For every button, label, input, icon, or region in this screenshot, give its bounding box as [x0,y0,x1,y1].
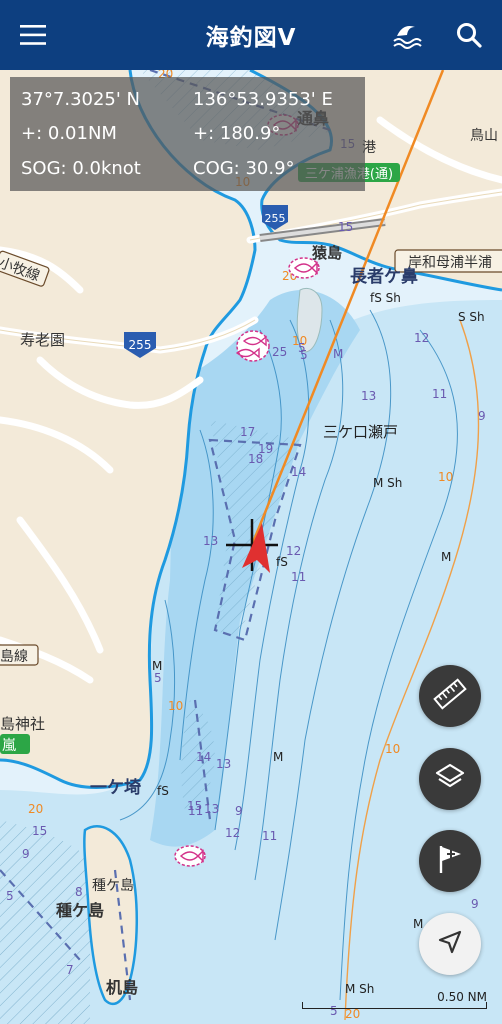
sounding: 5 [300,348,308,362]
sounding: 12 [286,544,301,558]
app-header: 海釣図Ⅴ [0,0,502,70]
sounding: 14 [196,750,211,764]
sounding: 14 [291,465,306,479]
fish-spot-icon[interactable] [288,257,320,279]
place-mikeguchi: 三ケ口瀬戸 [323,423,398,441]
place-tanegashima: 種ケ島 [56,901,104,920]
sounding: 15 [32,824,47,838]
place-shrine: 島神社 [0,715,45,733]
ruler-button[interactable] [419,665,481,727]
place-tanegashima-small: 種ケ島 [92,878,134,894]
sounding: 5 [6,889,14,903]
position-info-panel: 37°7.3025' N 136°53.9353' E +: 0.01NM +:… [10,77,365,191]
sounding: M Sh [373,476,402,490]
sounding: M [441,550,451,564]
app-title: 海釣図Ⅴ [205,25,297,51]
sounding: 11 [262,829,277,843]
place-chojagahana: 長者ケ鼻 [350,266,418,287]
search-icon[interactable] [452,18,486,52]
sounding: fS [157,784,169,798]
cog-readout: COG: 30.9° [193,158,295,179]
ruler-icon [433,677,467,715]
sounding: S Sh [458,310,485,324]
sounding: 13 [204,802,219,816]
place-sarushima: 猿島 [311,244,342,262]
sounding: 11 [432,387,447,401]
sounding: 25 [272,345,287,359]
sounding: 9 [235,804,243,818]
svg-text:255: 255 [265,212,286,225]
locate-button[interactable] [419,913,481,975]
svg-text:島線: 島線 [0,649,28,665]
sounding: 9 [471,897,479,911]
sounding: 17 [240,425,255,439]
svg-text:岸和母浦半浦: 岸和母浦半浦 [408,255,492,271]
sounding: 9 [22,847,30,861]
place-ichigasaki: 一ケ埼 [90,777,141,798]
storm-tag: 嵐 [0,734,30,754]
svg-text:嵐: 嵐 [2,738,16,754]
island-line-label: 島線 [0,644,39,666]
scale-bar: 0.50 NM [302,980,487,1020]
fish-spot-icon[interactable] [174,845,206,867]
sounding: fS [276,555,288,569]
sounding: 13 [203,534,218,548]
sounding: 18 [248,452,263,466]
sounding: 12 [414,331,429,345]
longitude-readout: 136°53.9353' E [193,89,333,110]
hatched-zone [0,820,90,1024]
sounding: 8 [75,885,83,899]
latitude-readout: 37°7.3025' N [21,89,141,110]
sounding: 10 [168,699,183,713]
sounding: 13 [216,757,231,771]
sounding: 15 [338,220,353,234]
fish-spot-icon[interactable] [235,330,270,362]
wave-icon[interactable] [390,18,424,52]
sounding: 12 [225,826,240,840]
sounding: 13 [361,389,376,403]
flag-plus-icon [434,842,466,880]
layers-icon [434,761,466,797]
sounding: M [273,750,283,764]
sounding: 10 [385,742,400,756]
layers-button[interactable] [419,748,481,810]
sounding: 11 [291,570,306,584]
distance-readout: +: 0.01NM [21,123,117,144]
place-tsukueshima: 机島 [106,978,138,997]
navigation-arrow-icon [437,929,463,959]
sounding: fS Sh [370,291,401,305]
sounding: M [333,347,343,361]
sounding: 20 [28,802,43,816]
scale-bar-label: 0.50 NM [437,990,487,1004]
sounding: 5 [154,671,162,685]
add-flag-button[interactable] [419,830,481,892]
sog-readout: SOG: 0.0knot [21,158,141,179]
sounding: 10 [438,470,453,484]
sounding: 7 [66,963,74,977]
sounding: 9 [478,409,486,423]
place-jurouen: 寿老園 [20,331,65,349]
svg-text:255: 255 [129,338,152,352]
place-torisan: 鳥山 [470,128,498,144]
bearing-readout: +: 180.9° [193,123,281,144]
sounding: 11 [188,804,203,818]
